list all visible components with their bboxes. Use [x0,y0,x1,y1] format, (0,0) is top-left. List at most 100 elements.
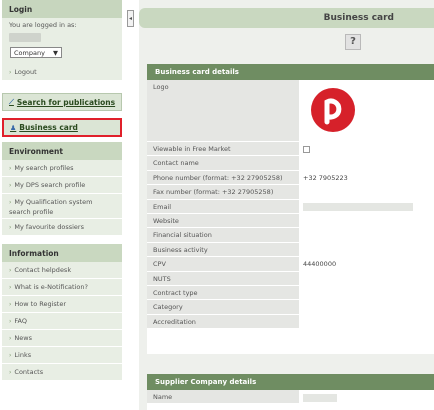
detail-row-accreditation: Accreditation [147,314,434,330]
spacer [0,111,124,118]
field-label: Category [147,300,299,315]
chevron-right-icon: › [9,352,12,359]
nav-my-search-profiles[interactable]: › My search profiles [2,160,122,177]
nav-label: My search profiles [14,164,74,172]
field-value [299,390,434,404]
supplier-name-redacted [303,394,337,402]
field-value [299,142,434,156]
dropdown-arrow-icon: ▼ [53,48,58,57]
main-content: Business card ? Business card details Lo… [139,0,434,410]
field-label: Name [147,390,299,405]
nav-label: What is e-Notification? [14,283,88,291]
viewable-checkbox[interactable] [303,146,310,153]
detail-row-nuts: NUTS [147,271,434,286]
detail-row-website: Website [147,213,434,229]
chevron-right-icon: › [9,224,12,231]
nav-label: Links [14,351,32,359]
search-publications-label: Search for publications [16,97,116,107]
chevron-right-icon: › [9,182,12,189]
panel-header: Supplier Company details [147,374,434,390]
nav-label: Contacts [14,368,44,376]
logged-in-label: You are logged in as: [9,21,77,29]
nav-contacts[interactable]: › Contacts [2,364,122,381]
nav-my-favourite-dossiers[interactable]: › My favourite dossiers [2,219,122,236]
detail-row-cpv: CPV 44400000 [147,257,434,272]
information-header: Information [2,244,122,262]
nav-how-to-register[interactable]: › How to Register [2,296,122,313]
field-label: Accreditation [147,314,299,330]
user-icon: ♟ [10,123,17,132]
company-select-value: Company [14,48,45,57]
username-redacted [9,33,41,42]
supplier-company-details-panel: Supplier Company details Name [147,374,434,410]
detail-row-business-activity: Business activity [147,242,434,258]
help-button[interactable]: ? [345,34,361,50]
field-value [299,80,434,142]
detail-row-email: Email [147,199,434,214]
chevron-right-icon: › [9,69,12,76]
detail-row-contract-type: Contract type [147,285,434,301]
nav-label: News [14,334,32,342]
supplier-row-name: Name [147,390,434,405]
nav-news[interactable]: › News [2,330,122,347]
field-value [299,200,434,214]
field-value: +32 7905223 [303,173,348,182]
search-icon: ⟋ [9,97,14,106]
logout-label: Logout [14,68,37,76]
nav-my-qualification-profile[interactable]: › My Qualification system search profile [2,194,122,219]
sidebar: Login You are logged in as: Company ▼ › L… [0,0,124,410]
search-publications-link[interactable]: ⟋ Search for publications [2,93,122,111]
nav-label: How to Register [14,300,67,308]
business-card-link[interactable]: ♟ Business card [2,118,122,137]
field-value [299,286,434,300]
panel-header: Business card details [147,64,434,80]
nav-my-dps-search-profile[interactable]: › My DPS search profile [2,177,122,194]
nav-label: FAQ [14,317,27,325]
nav-label: My favourite dossiers [14,223,84,231]
field-label: Viewable in Free Market [147,142,299,157]
chevron-right-icon: › [9,165,12,172]
nav-label: My DPS search profile [14,181,86,189]
chevron-left-icon: ◂ [128,15,132,22]
company-select[interactable]: Company ▼ [10,47,62,58]
login-section: Login You are logged in as: Company ▼ › L… [2,0,122,81]
nav-links[interactable]: › Links [2,347,122,364]
chevron-right-icon: › [9,301,12,308]
field-label: Business activity [147,242,299,258]
field-label: NUTS [147,271,299,286]
spacer [0,81,124,93]
business-card-details-panel: Business card details Logo Viewable in F… [147,64,434,354]
field-value: 44400000 [303,260,337,269]
nav-label: My Qualification system search profile [9,198,93,216]
detail-row-financial: Financial situation [147,228,434,243]
field-value [299,300,434,314]
field-label: Financial situation [147,228,299,243]
company-logo-image [311,88,355,132]
field-label: Email [147,199,299,214]
detail-row-category: Category [147,300,434,315]
company-logo [305,82,361,138]
environment-header: Environment [2,142,122,160]
field-label: Fax number (format: +32 27905258) [147,185,299,200]
detail-row-logo: Logo [147,80,434,142]
login-header: Login [2,0,122,18]
chevron-right-icon: › [9,199,12,206]
nav-contact-helpdesk[interactable]: › Contact helpdesk [2,262,122,279]
collapse-sidebar-button[interactable]: ◂ [127,10,134,27]
detail-row-contact-name: Contact name [147,156,434,171]
business-card-label: Business card [19,123,78,132]
spacer [0,236,124,244]
field-value [299,315,434,329]
field-value [299,214,434,228]
field-label: Contact name [147,156,299,171]
nav-what-is-enotification[interactable]: › What is e-Notification? [2,279,122,296]
page-title: Business card [323,13,394,23]
email-redacted [303,202,413,211]
nav-faq[interactable]: › FAQ [2,313,122,330]
field-value [299,272,434,286]
logout-link[interactable]: › Logout [2,64,122,81]
detail-row-phone: Phone number (format: +32 27905258) +32 … [147,170,434,186]
field-label: Website [147,213,299,229]
field-label: Phone number (format: +32 27905258) [147,170,299,186]
field-value [299,243,434,257]
